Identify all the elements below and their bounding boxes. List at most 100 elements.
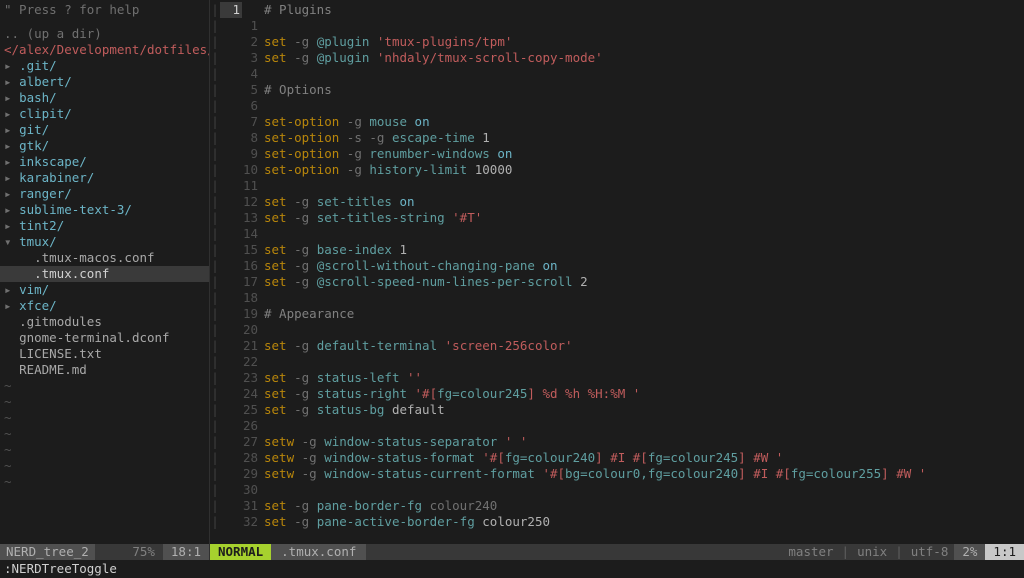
editor-line[interactable]: |9set-option -g renumber-windows on xyxy=(210,146,1024,162)
editor-line[interactable]: |15set -g base-index 1 xyxy=(210,242,1024,258)
tree-node-label: ranger/ xyxy=(19,186,72,201)
editor-line[interactable]: |31set -g pane-border-fg colour240 xyxy=(210,498,1024,514)
tree-up-a-dir[interactable]: .. (up a dir) xyxy=(0,26,209,42)
tree-file[interactable]: .tmux.conf xyxy=(0,266,209,282)
code-content: set -g status-bg default xyxy=(264,402,445,418)
editor-line[interactable]: |1 xyxy=(210,18,1024,34)
editor-line[interactable]: |22 xyxy=(210,354,1024,370)
editor-line[interactable]: |32set -g pane-active-border-fg colour25… xyxy=(210,514,1024,530)
tree-node-label: gnome-terminal.dconf xyxy=(19,330,170,345)
tree-node-label: xfce/ xyxy=(19,298,57,313)
editor-line[interactable]: |7set-option -g mouse on xyxy=(210,114,1024,130)
editor-line[interactable]: |20 xyxy=(210,322,1024,338)
editor-line[interactable]: |27setw -g window-status-separator ' ' xyxy=(210,434,1024,450)
line-number-relative: 8 xyxy=(242,130,264,146)
editor-line[interactable]: |26 xyxy=(210,418,1024,434)
line-number-relative: 25 xyxy=(242,402,264,418)
nerdtree-content: " Press ? for help .. (up a dir)</alex/D… xyxy=(0,0,209,544)
editor-line[interactable]: |18 xyxy=(210,290,1024,306)
empty-line-tilde: ~ xyxy=(0,378,209,394)
gutter-sep: | xyxy=(210,402,220,418)
code-content: set -g default-terminal 'screen-256color… xyxy=(264,338,573,354)
editor-line[interactable]: |4 xyxy=(210,66,1024,82)
editor-line[interactable]: |3set -g @plugin 'nhdaly/tmux-scroll-cop… xyxy=(210,50,1024,66)
editor-line[interactable]: |30 xyxy=(210,482,1024,498)
tree-dir[interactable]: ▸ tint2/ xyxy=(0,218,209,234)
line-number-relative: 27 xyxy=(242,434,264,450)
editor-line[interactable]: | 25set -g status-bg default xyxy=(210,402,1024,418)
status-position: 1:1 xyxy=(985,544,1024,560)
tree-dir[interactable]: ▸ gtk/ xyxy=(0,138,209,154)
editor-line[interactable]: |28setw -g window-status-format '#[fg=co… xyxy=(210,450,1024,466)
editor-line[interactable]: |14 xyxy=(210,226,1024,242)
tree-dir[interactable]: ▸ bash/ xyxy=(0,90,209,106)
chevron-right-icon: ▸ xyxy=(4,170,19,185)
nerdtree-pane[interactable]: " Press ? for help .. (up a dir)</alex/D… xyxy=(0,0,210,560)
editor-line[interactable]: |2set -g @plugin 'tmux-plugins/tpm' xyxy=(210,34,1024,50)
editor-line[interactable]: |6 xyxy=(210,98,1024,114)
line-number-relative: 26 xyxy=(242,418,264,434)
tree-file[interactable]: gnome-terminal.dconf xyxy=(0,330,209,346)
tree-file[interactable]: .tmux-macos.conf xyxy=(0,250,209,266)
code-content: set-option -s -g escape-time 1 xyxy=(264,130,490,146)
line-number-relative: 29 xyxy=(242,466,264,482)
code-content: setw -g window-status-current-format '#[… xyxy=(264,466,926,482)
tree-dir[interactable]: ▸ karabiner/ xyxy=(0,170,209,186)
editor-line[interactable]: | 8set-option -s -g escape-time 1 xyxy=(210,130,1024,146)
tree-dir[interactable]: ▸ git/ xyxy=(0,122,209,138)
tree-dir[interactable]: ▸ albert/ xyxy=(0,74,209,90)
gutter-sep: | xyxy=(210,290,220,306)
tree-dir[interactable]: ▸ ranger/ xyxy=(0,186,209,202)
editor-line[interactable]: |19# Appearance xyxy=(210,306,1024,322)
gutter-sep: | xyxy=(210,18,220,34)
gutter-sep: | xyxy=(210,370,220,386)
empty-line-tilde: ~ xyxy=(0,442,209,458)
line-number-relative: 6 xyxy=(242,98,264,114)
editor-line[interactable]: |17set -g @scroll-speed-num-lines-per-sc… xyxy=(210,274,1024,290)
tree-file[interactable]: README.md xyxy=(0,362,209,378)
tree-dir[interactable]: ▸ clipit/ xyxy=(0,106,209,122)
gutter-sep: | xyxy=(210,130,220,146)
editor-line[interactable]: |5# Options xyxy=(210,82,1024,98)
line-number-relative: 12 xyxy=(242,194,264,210)
nerdtree-status-percent: 75% xyxy=(124,544,163,560)
line-number-relative: 2 xyxy=(242,34,264,50)
tree-node-label: sublime-text-3/ xyxy=(19,202,132,217)
editor-line[interactable]: |13set -g set-titles-string '#T' xyxy=(210,210,1024,226)
line-number-relative: 11 xyxy=(242,178,264,194)
editor-pane[interactable]: |1# Plugins|1|2set -g @plugin 'tmux-plug… xyxy=(210,0,1024,560)
gutter-sep: | xyxy=(210,514,220,530)
chevron-right-icon: ▸ xyxy=(4,298,19,313)
tree-file[interactable]: .gitmodules xyxy=(0,314,209,330)
editor-line[interactable]: |21set -g default-terminal 'screen-256co… xyxy=(210,338,1024,354)
tree-dir[interactable]: ▸ inkscape/ xyxy=(0,154,209,170)
editor-buffer[interactable]: |1# Plugins|1|2set -g @plugin 'tmux-plug… xyxy=(210,0,1024,544)
command-line[interactable]: :NERDTreeToggle xyxy=(0,560,1024,578)
editor-line[interactable]: |11 xyxy=(210,178,1024,194)
tree-dir[interactable]: ▸ xfce/ xyxy=(0,298,209,314)
tree-dir[interactable]: ▸ vim/ xyxy=(0,282,209,298)
status-sep-1: | xyxy=(840,544,852,560)
editor-line[interactable]: |16set -g @scroll-without-changing-pane … xyxy=(210,258,1024,274)
gutter-sep: | xyxy=(210,450,220,466)
gutter-sep: | xyxy=(210,98,220,114)
tree-dir[interactable]: ▾ tmux/ xyxy=(0,234,209,250)
line-number-relative: 17 xyxy=(242,274,264,290)
tree-dir[interactable]: ▸ .git/ xyxy=(0,58,209,74)
gutter-sep: | xyxy=(210,2,220,18)
tree-file[interactable]: LICENSE.txt xyxy=(0,346,209,362)
editor-line[interactable]: |12set -g set-titles on xyxy=(210,194,1024,210)
editor-line[interactable]: |23set -g status-left '' xyxy=(210,370,1024,386)
tree-node-label: karabiner/ xyxy=(19,170,94,185)
tree-dir[interactable]: ▸ sublime-text-3/ xyxy=(0,202,209,218)
editor-line[interactable]: |24set -g status-right '#[fg=colour245] … xyxy=(210,386,1024,402)
tree-root-path[interactable]: </alex/Development/dotfiles/ xyxy=(0,42,209,58)
gutter-sep: | xyxy=(210,386,220,402)
editor-line[interactable]: |29setw -g window-status-current-format … xyxy=(210,466,1024,482)
chevron-right-icon: ▸ xyxy=(4,122,19,137)
editor-line[interactable]: |1# Plugins xyxy=(210,2,1024,18)
command-line-text: :NERDTreeToggle xyxy=(4,561,117,577)
tree-indent xyxy=(4,266,34,281)
tree-indent xyxy=(4,314,19,329)
editor-line[interactable]: |10set-option -g history-limit 10000 xyxy=(210,162,1024,178)
